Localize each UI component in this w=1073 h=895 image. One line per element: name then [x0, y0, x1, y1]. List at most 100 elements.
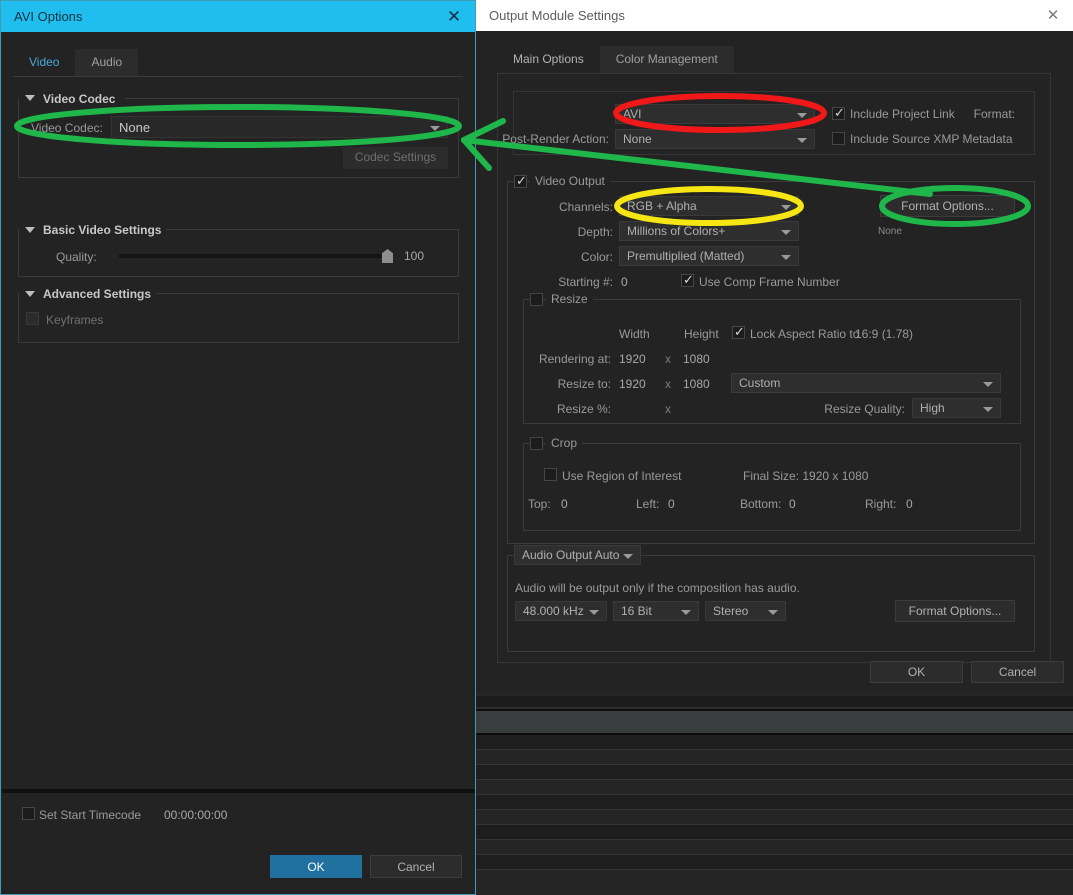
set-start-timecode-value[interactable]: 00:00:00:00 [164, 808, 227, 822]
quality-value[interactable]: 100 [404, 249, 424, 263]
rendering-at-label: Rendering at: [538, 352, 611, 366]
audio-depth-dropdown[interactable]: 16 Bit [613, 601, 699, 621]
resize-preset-value: Custom [739, 376, 781, 390]
resize-to-height[interactable]: 1080 [683, 377, 710, 391]
resize-to-label: Resize to: [557, 377, 611, 391]
resize-to-separator: x [665, 377, 671, 391]
use-comp-frame-number-checkbox[interactable] [681, 272, 694, 287]
audio-format-options-button[interactable]: Format Options... [895, 600, 1015, 622]
audio-output-mode-value: Audio Output Auto [522, 548, 620, 562]
channels-label: Channels: [558, 200, 613, 214]
tab-color-management[interactable]: Color Management [599, 46, 734, 73]
resize-quality-value: High [920, 401, 945, 415]
rendering-at-height: 1080 [683, 352, 710, 366]
include-project-link-label: Include Project Link [850, 107, 955, 121]
oms-cancel-button[interactable]: Cancel [971, 661, 1064, 683]
oms-ok-button[interactable]: OK [870, 661, 963, 683]
oms-tabs: Main Options Color Management [497, 46, 734, 73]
avi-ok-button[interactable]: OK [270, 855, 362, 878]
chevron-down-icon [681, 610, 691, 615]
close-icon[interactable]: ✕ [1043, 7, 1063, 25]
audio-channels-value: Stereo [713, 604, 749, 618]
avi-cancel-button[interactable]: Cancel [370, 855, 462, 878]
color-label: Color: [580, 250, 613, 264]
video-format-options-button[interactable]: Format Options... [880, 195, 1015, 217]
bg-row [475, 855, 1073, 869]
audio-rate-dropdown[interactable]: 48.000 kHz [515, 601, 607, 621]
avi-body: Video Audio Video Codec Video Codec: None… [1, 32, 475, 789]
resize-percent-separator: x [665, 402, 671, 416]
resize-quality-label: Resize Quality: [824, 402, 905, 416]
audio-channels-dropdown[interactable]: Stereo [705, 601, 786, 621]
audio-output-mode-dropdown[interactable]: Audio Output Auto [514, 545, 641, 565]
crop-bottom-value[interactable]: 0 [789, 497, 796, 511]
include-project-link-checkbox[interactable] [832, 105, 845, 120]
final-size-label: Final Size: 1920 x 1080 [743, 469, 869, 483]
resize-preset-dropdown[interactable]: Custom [731, 373, 1001, 393]
crop-right-value[interactable]: 0 [906, 497, 913, 511]
crop-top-label: Top: [528, 497, 551, 511]
avi-options-dialog: AVI Options ✕ Video Audio Video Codec Vid… [0, 0, 476, 895]
post-render-dropdown[interactable]: None [615, 129, 815, 149]
lock-aspect-ratio-label: Lock Aspect Ratio to [750, 327, 860, 341]
chevron-down-icon [781, 255, 791, 260]
color-value: Premultiplied (Matted) [627, 249, 745, 263]
color-dropdown[interactable]: Premultiplied (Matted) [619, 246, 799, 266]
starting-number-value[interactable]: 0 [621, 275, 628, 289]
bg-row [475, 825, 1073, 839]
use-region-of-interest-label: Use Region of Interest [562, 469, 682, 483]
bg-row [475, 696, 1073, 707]
background-render-queue-panel [475, 690, 1073, 895]
resize-width-header: Width [619, 327, 650, 341]
use-region-of-interest-checkbox[interactable] [544, 468, 557, 481]
crop-left-value[interactable]: 0 [668, 497, 675, 511]
tab-audio[interactable]: Audio [75, 49, 139, 76]
crop-legend: Crop [546, 436, 583, 450]
channels-dropdown[interactable]: RGB + Alpha [619, 196, 799, 216]
channels-value: RGB + Alpha [627, 199, 697, 213]
close-icon[interactable]: ✕ [443, 6, 465, 28]
crop-checkbox[interactable] [530, 437, 543, 450]
audio-output-note: Audio will be output only if the composi… [515, 581, 800, 595]
resize-quality-dropdown[interactable]: High [912, 398, 1001, 418]
bg-row-selected [475, 711, 1073, 733]
chevron-down-icon [983, 407, 993, 412]
avi-title: AVI Options [14, 9, 83, 24]
chevron-down-icon [589, 610, 599, 615]
quality-slider-track[interactable] [119, 254, 392, 258]
format-label: Format: [973, 107, 1015, 121]
depth-dropdown[interactable]: Millions of Colors+ [619, 221, 799, 241]
post-render-value: None [623, 132, 652, 146]
tab-video[interactable]: Video [13, 49, 76, 76]
format-dropdown[interactable]: AVI [615, 104, 815, 124]
include-xmp-checkbox[interactable] [832, 132, 845, 145]
tab-main-options[interactable]: Main Options [497, 46, 600, 73]
chevron-down-icon [781, 230, 791, 235]
crop-top-value[interactable]: 0 [561, 497, 568, 511]
depth-label: Depth: [577, 225, 613, 239]
video-codec-dropdown[interactable]: None [111, 116, 448, 138]
oms-titlebar: Output Module Settings ✕ [475, 0, 1073, 31]
crop-bottom-label: Bottom: [740, 497, 782, 511]
resize-percent-label: Resize %: [556, 402, 611, 416]
bg-row [475, 735, 1073, 749]
video-output-legend: Video Output [530, 174, 610, 188]
video-format-options-status: None [878, 226, 902, 237]
video-codec-label: Video Codec: [31, 121, 103, 135]
resize-checkbox[interactable] [530, 293, 543, 306]
set-start-timecode-checkbox[interactable] [22, 807, 35, 820]
chevron-down-icon [797, 138, 807, 143]
bg-row [475, 780, 1073, 794]
depth-value: Millions of Colors+ [627, 224, 726, 238]
keyframes-label: Keyframes [46, 313, 104, 327]
format-value: AVI [623, 107, 642, 121]
resize-to-width[interactable]: 1920 [619, 377, 646, 391]
bg-row [475, 750, 1073, 764]
lock-aspect-ratio-checkbox[interactable] [732, 324, 745, 339]
video-output-checkbox[interactable] [514, 173, 527, 188]
chevron-down-icon [768, 610, 778, 615]
use-comp-frame-number-label: Use Comp Frame Number [699, 275, 840, 289]
video-codec-value: None [119, 120, 151, 135]
starting-number-label: Starting #: [558, 275, 613, 289]
keyframes-checkbox [26, 312, 39, 325]
